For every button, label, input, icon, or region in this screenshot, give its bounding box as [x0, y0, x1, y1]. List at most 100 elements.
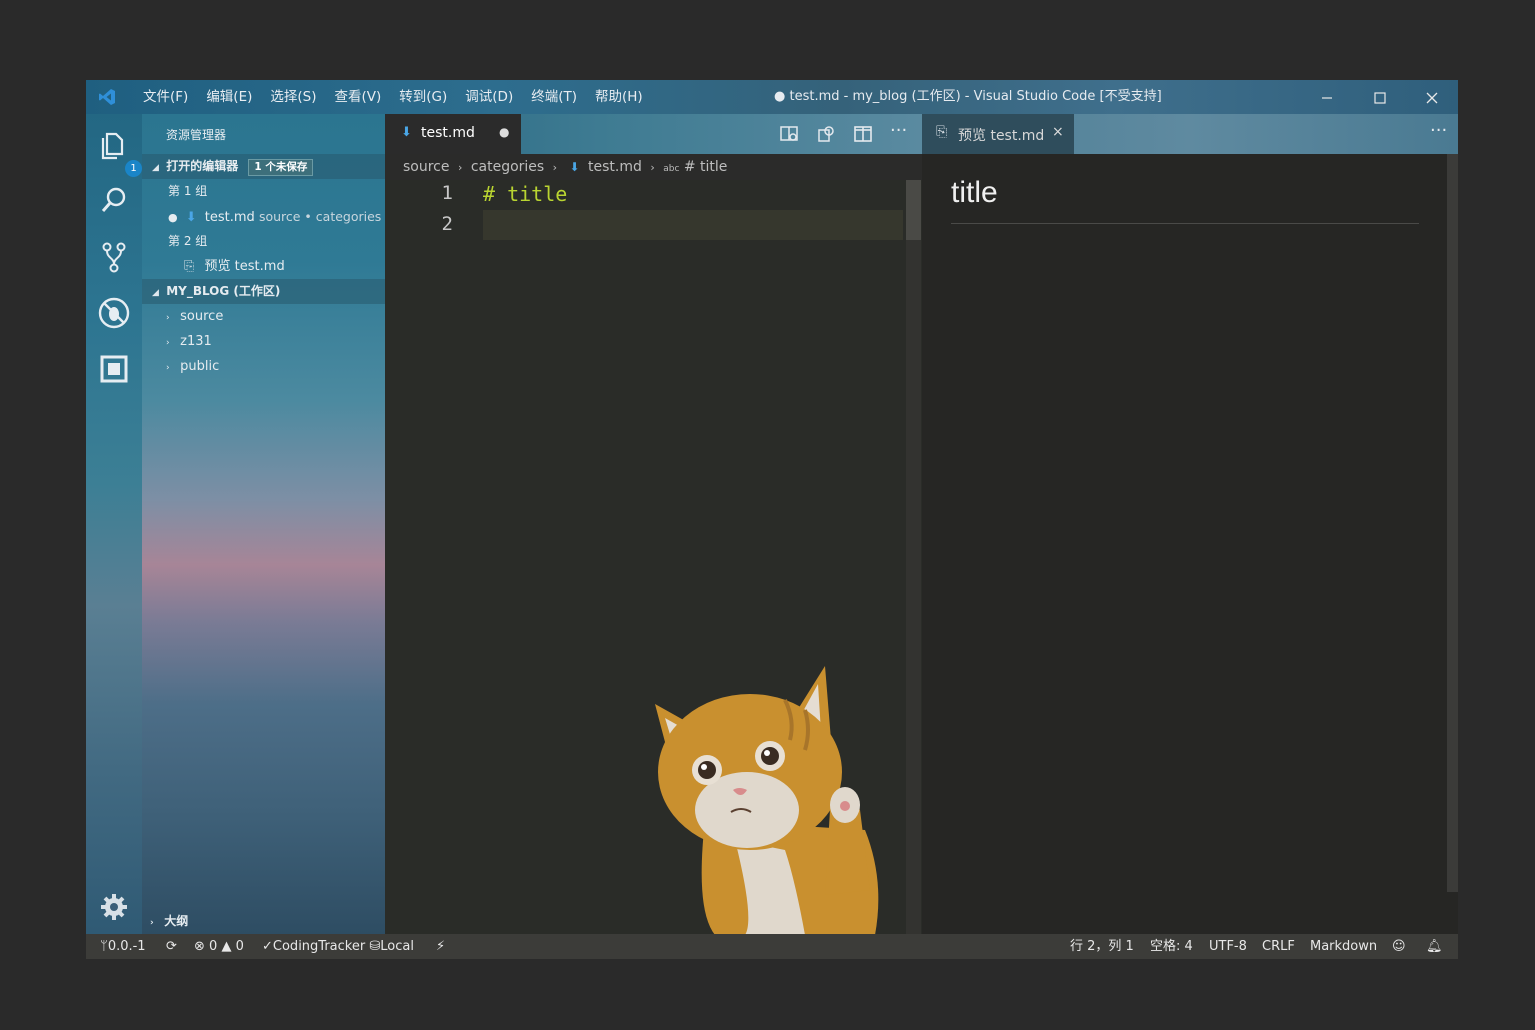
open-changes-button[interactable] [779, 124, 799, 148]
open-preview-button[interactable] [816, 124, 836, 148]
source-control-button[interactable] [97, 240, 131, 274]
explorer-button[interactable]: 1 [97, 128, 142, 177]
indentation-status[interactable]: 空格: 4 [1150, 934, 1193, 959]
menu-file[interactable]: 文件(F) [134, 80, 197, 114]
breadcrumb-item-source[interactable]: source [403, 159, 450, 175]
eol-status[interactable]: CRLF [1262, 934, 1295, 959]
close-window-button[interactable] [1406, 80, 1458, 114]
branch-status[interactable]: ᛘ0.0.-1 [100, 934, 146, 959]
workspace-header[interactable]: ◢ MY_BLOG (工作区) [142, 279, 385, 304]
git-branch-icon: ᛘ [100, 939, 108, 954]
settings-button[interactable] [97, 890, 131, 924]
editor-scrollbar[interactable] [906, 180, 921, 934]
tab-preview-test-md[interactable]: ⎘ 预览 test.md × [922, 114, 1074, 154]
files-icon [101, 132, 124, 160]
coding-tracker-status[interactable]: ✓CodingTracker ⛁Local [262, 934, 414, 959]
open-editors-header[interactable]: ◢ 打开的编辑器 1 个未保存 [142, 154, 385, 179]
title-bar: 文件(F) 编辑(E) 选择(S) 查看(V) 转到(G) 调试(D) 终端(T… [86, 80, 1458, 114]
group-1-label: 第 1 组 [168, 184, 208, 198]
activity-bar: 1 [86, 114, 142, 934]
maximize-button[interactable] [1354, 80, 1406, 114]
folder-item-z131[interactable]: › z131 [142, 329, 409, 354]
minimize-icon [1322, 96, 1332, 99]
close-icon [1426, 92, 1438, 103]
preview-scrollbar[interactable] [1447, 154, 1458, 892]
unsaved-dot-icon: ● [168, 211, 178, 224]
more-actions-button[interactable]: ··· [890, 120, 907, 141]
debug-icon [98, 297, 130, 329]
unsaved-dot-icon[interactable]: ● [499, 125, 509, 139]
close-icon: × [1052, 124, 1064, 140]
debug-button[interactable] [97, 296, 131, 330]
code-line[interactable]: # title [483, 182, 567, 206]
tab-label: 预览 test.md [958, 128, 1045, 144]
cursor-position[interactable]: 行 2，列 1 [1070, 934, 1134, 959]
notifications-button[interactable]: 🔔︎ [1426, 934, 1443, 959]
encoding-status[interactable]: UTF-8 [1209, 934, 1247, 959]
vscode-window: 文件(F) 编辑(E) 选择(S) 查看(V) 转到(G) 调试(D) 终端(T… [86, 80, 1458, 959]
outline-header[interactable]: › 大纲 [142, 909, 393, 934]
scrollbar-thumb[interactable] [906, 180, 921, 240]
feedback-button[interactable]: ☺ [1392, 934, 1406, 959]
breadcrumb-item-categories[interactable]: categories [471, 159, 544, 175]
check-circle-icon: ✓ [262, 939, 273, 954]
ellipsis-icon: ··· [1430, 120, 1448, 141]
split-editor-button[interactable] [853, 124, 873, 148]
sidebar-title: 资源管理器 [166, 128, 227, 142]
line-number: 2 [441, 213, 453, 235]
folder-label: public [180, 359, 220, 374]
workspace-label: MY_BLOG (工作区) [166, 284, 281, 298]
open-editor-item-test-md[interactable]: ● ⬇ test.md source • categories [142, 204, 411, 229]
menu-terminal[interactable]: 终端(T) [522, 80, 586, 114]
tab-test-md[interactable]: ⬇ test.md ● [385, 114, 521, 154]
menu-help[interactable]: 帮助(H) [586, 80, 652, 114]
menu-go[interactable]: 转到(G) [390, 80, 456, 114]
markdown-file-icon: ⬇ [569, 160, 580, 174]
chevron-right-icon: › [166, 313, 170, 323]
open-editor-file-name: test.md [204, 210, 255, 225]
code-editor[interactable]: 1 2 # title [385, 180, 922, 935]
coding-tracker-label: CodingTracker [272, 939, 366, 954]
minimize-button[interactable] [1301, 80, 1353, 114]
split-editor-icon [854, 126, 872, 142]
folder-item-source[interactable]: › source [142, 304, 409, 329]
menu-bar: 文件(F) 编辑(E) 选择(S) 查看(V) 转到(G) 调试(D) 终端(T… [134, 80, 652, 114]
menu-debug[interactable]: 调试(D) [456, 80, 522, 114]
group-2-label: 第 2 组 [168, 234, 208, 248]
close-tab-button[interactable]: × [1052, 124, 1064, 140]
string-symbol-icon: abc [663, 164, 680, 174]
vscode-logo-icon [99, 89, 115, 105]
more-actions-button[interactable]: ··· [1430, 120, 1447, 141]
outline-label: 大纲 [164, 914, 189, 928]
language-mode[interactable]: Markdown [1310, 934, 1377, 959]
preview-heading: title [951, 176, 998, 209]
heading-divider [951, 223, 1419, 224]
chevron-right-icon: › [457, 161, 463, 174]
extensions-button[interactable] [97, 352, 131, 386]
status-bar: ᛘ0.0.-1 ⟳ ⊗ 0 ▲ 0 ✓CodingTracker ⛁Local … [86, 934, 1458, 959]
folder-item-public[interactable]: › public [142, 354, 409, 379]
folder-label: source [180, 309, 224, 324]
preview-icon: ⎘ [936, 124, 948, 140]
markdown-file-icon: ⬇ [185, 210, 197, 225]
folder-label: z131 [180, 334, 212, 349]
local-label: Local [380, 939, 414, 954]
ellipsis-icon: ··· [890, 120, 908, 141]
menu-view[interactable]: 查看(V) [326, 80, 391, 114]
problems-status[interactable]: ⊗ 0 ▲ 0 [194, 934, 244, 959]
unsaved-badge: 1 个未保存 [248, 159, 314, 176]
lightning-button[interactable]: ⚡ [436, 934, 445, 959]
preview-icon: ⎘ [184, 259, 195, 274]
menu-selection[interactable]: 选择(S) [261, 80, 325, 114]
sync-button[interactable]: ⟳ [166, 934, 177, 959]
search-button[interactable] [97, 184, 131, 218]
explorer-badge: 1 [125, 160, 142, 177]
breadcrumb-item-file[interactable]: test.md [588, 159, 642, 175]
lightning-icon: ⚡ [436, 939, 446, 954]
warning-icon: ▲ [221, 939, 232, 954]
error-icon: ⊗ [194, 939, 205, 954]
breadcrumb-item-symbol[interactable]: # title [684, 159, 728, 175]
menu-edit[interactable]: 编辑(E) [197, 80, 261, 114]
markdown-file-icon: ⬇ [401, 125, 412, 140]
error-count: 0 [209, 939, 218, 954]
